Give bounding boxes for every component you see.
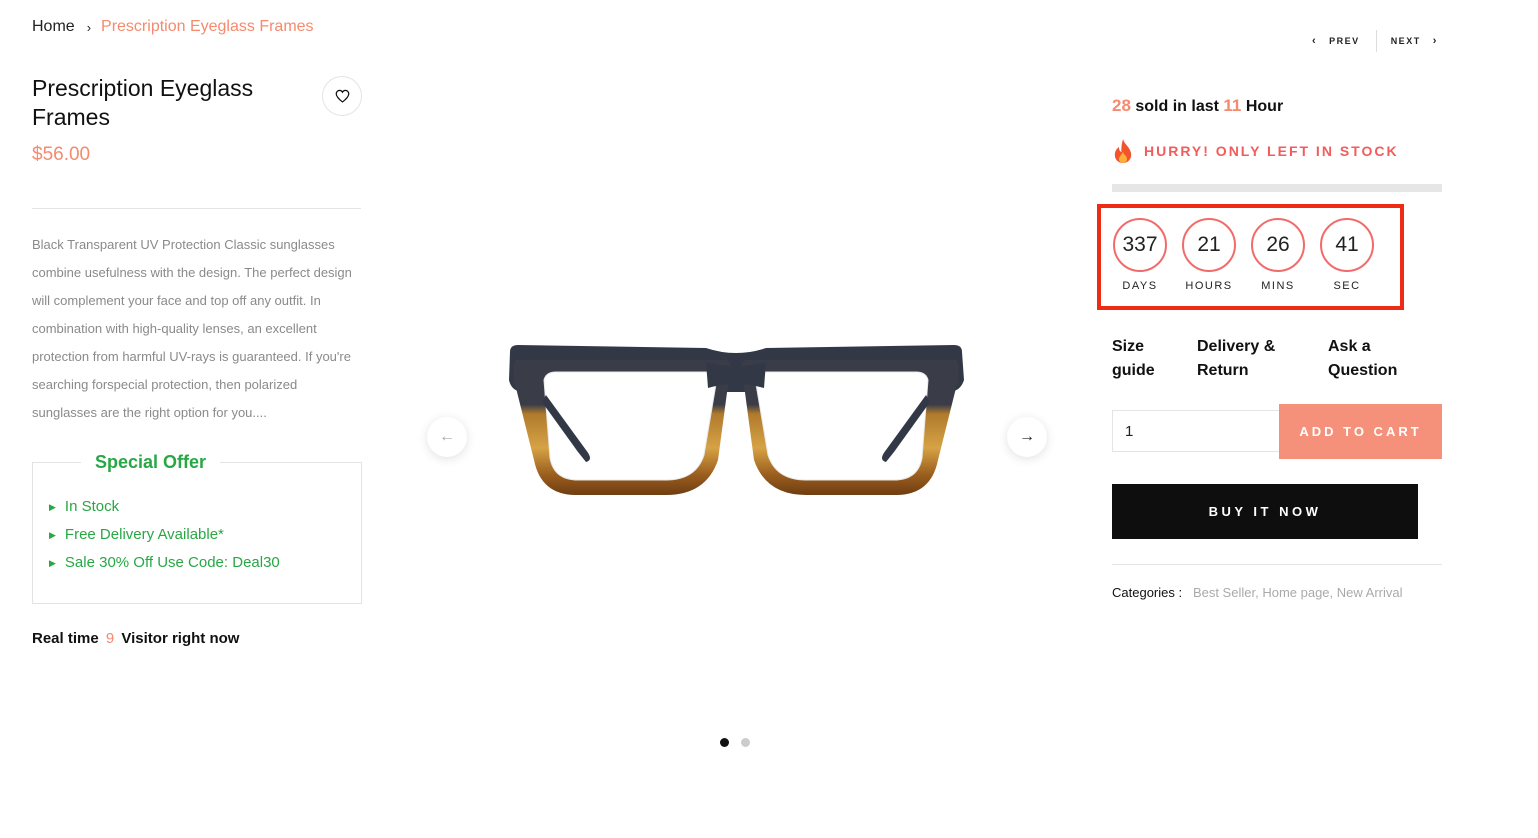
special-offer-title: Special Offer	[81, 452, 221, 473]
pager-divider	[1375, 30, 1377, 52]
delivery-return-link[interactable]: Delivery & Return	[1197, 335, 1328, 383]
product-summary: Prescription Eyeglass Frames $56.00 Blac…	[32, 74, 362, 647]
countdown-hours: 21 HOURS	[1181, 218, 1237, 292]
add-to-cart-button[interactable]: ADD TO CART	[1279, 404, 1442, 459]
arrow-left-icon: ←	[439, 428, 455, 445]
countdown-hours-value: 21	[1182, 218, 1236, 272]
gallery-dot[interactable]	[741, 738, 750, 747]
categories-label: Categories :	[1112, 585, 1183, 600]
countdown-sec-label: SEC	[1333, 280, 1361, 292]
arrow-right-icon: →	[1019, 428, 1035, 445]
prev-product-link[interactable]: ‹ PREV	[1312, 35, 1360, 47]
stock-warning: HURRY! ONLY LEFT IN STOCK	[1112, 138, 1442, 164]
quantity-input[interactable]	[1112, 410, 1280, 452]
gallery-dot[interactable]	[720, 738, 729, 747]
breadcrumb-current: Prescription Eyeglass Frames	[101, 18, 314, 35]
countdown-hours-label: HOURS	[1185, 280, 1233, 292]
countdown-sec: 41 SEC	[1319, 218, 1375, 292]
triangle-right-icon: ▶	[49, 530, 56, 540]
category-link[interactable]: Best Seller,	[1193, 585, 1259, 600]
triangle-right-icon: ▶	[49, 558, 56, 568]
delivery-line1: Delivery &	[1197, 338, 1276, 355]
countdown-days: 337 DAYS	[1112, 218, 1168, 292]
gallery-prev-button[interactable]: ←	[427, 417, 467, 457]
next-product-link[interactable]: NEXT ›	[1391, 35, 1438, 47]
product-description: Black Transparent UV Protection Classic …	[32, 237, 352, 420]
divider	[32, 208, 361, 209]
breadcrumb: Home › Prescription Eyeglass Frames	[32, 18, 314, 36]
product-price: $56.00	[32, 144, 91, 165]
product-pager: ‹ PREV NEXT ›	[1312, 30, 1438, 52]
special-offer-text: Free Delivery Available*	[64, 526, 224, 543]
next-label: NEXT	[1390, 36, 1421, 46]
sold-recently: 28 sold in last 11 Hour	[1112, 96, 1442, 116]
product-categories: Categories : Best Seller, Home page, New…	[1112, 585, 1403, 600]
size-guide-link[interactable]: Size guide	[1112, 335, 1197, 383]
divider	[1112, 564, 1442, 565]
product-title: Prescription Eyeglass Frames	[32, 75, 254, 130]
prev-label: PREV	[1329, 36, 1360, 46]
countdown-mins: 26 MINS	[1250, 218, 1306, 292]
category-link[interactable]: Home page,	[1262, 585, 1333, 600]
sold-count: 28	[1112, 96, 1131, 115]
special-offer-text: Sale 30% Off Use Code: Deal30	[64, 554, 280, 571]
realtime-visitors: Real time 9 Visitor right now	[32, 630, 362, 647]
countdown-days-value: 337	[1113, 218, 1167, 272]
special-offer-text: In Stock	[64, 498, 120, 515]
ask-line1: Ask a	[1328, 338, 1371, 355]
special-offer-list: ▶ In Stock ▶ Free Delivery Available* ▶ Sal…	[49, 493, 280, 577]
countdown-sec-value: 41	[1320, 218, 1374, 272]
special-offer-item: ▶ Sale 30% Off Use Code: Deal30	[49, 549, 280, 577]
visitors-suffix: Visitor right now	[121, 630, 240, 647]
size-guide-line1: Size	[1112, 338, 1145, 355]
visitors-prefix: Real time	[32, 630, 99, 647]
special-offer-item: ▶ Free Delivery Available*	[49, 521, 280, 549]
buy-now-button[interactable]: BUY IT NOW	[1112, 484, 1418, 539]
delivery-line2: Return	[1197, 362, 1249, 379]
countdown-mins-value: 26	[1251, 218, 1305, 272]
heart-icon	[335, 89, 349, 103]
breadcrumb-home-link[interactable]: Home	[32, 18, 75, 36]
size-guide-line2: guide	[1112, 362, 1155, 379]
ask-question-link[interactable]: Ask a Question	[1328, 335, 1397, 383]
sold-hours: 11	[1223, 96, 1242, 115]
sold-middle: sold in last	[1135, 98, 1219, 115]
chevron-left-icon: ‹	[1312, 35, 1318, 47]
sold-suffix: Hour	[1245, 98, 1284, 115]
product-info-links: Size guide Delivery & Return Ask a Quest…	[1112, 335, 1397, 383]
gallery-next-button[interactable]: →	[1007, 417, 1047, 457]
breadcrumb-chevron-icon: ›	[86, 19, 92, 35]
countdown-days-label: DAYS	[1122, 280, 1158, 292]
gallery-pagination	[720, 738, 750, 747]
wishlist-button[interactable]	[322, 76, 362, 116]
chevron-right-icon: ›	[1432, 35, 1438, 47]
fire-icon	[1114, 139, 1132, 163]
purchase-panel: 28 sold in last 11 Hour HURRY! ONLY LEFT…	[1112, 96, 1442, 192]
visitors-count: 9	[105, 630, 115, 647]
special-offer-item: ▶ In Stock	[49, 493, 280, 521]
stock-progress-bar	[1112, 184, 1442, 192]
countdown-timer: 337 DAYS 21 HOURS 26 MINS 41 SEC	[1097, 204, 1404, 310]
category-link[interactable]: New Arrival	[1337, 585, 1403, 600]
special-offer-box: Special Offer ▶ In Stock ▶ Free Delivery A…	[32, 452, 362, 604]
stock-warning-text: HURRY! ONLY LEFT IN STOCK	[1144, 143, 1399, 159]
triangle-right-icon: ▶	[49, 502, 56, 512]
product-image-eyeglasses	[509, 345, 964, 495]
ask-line2: Question	[1328, 362, 1398, 379]
countdown-mins-label: MINS	[1261, 280, 1295, 292]
